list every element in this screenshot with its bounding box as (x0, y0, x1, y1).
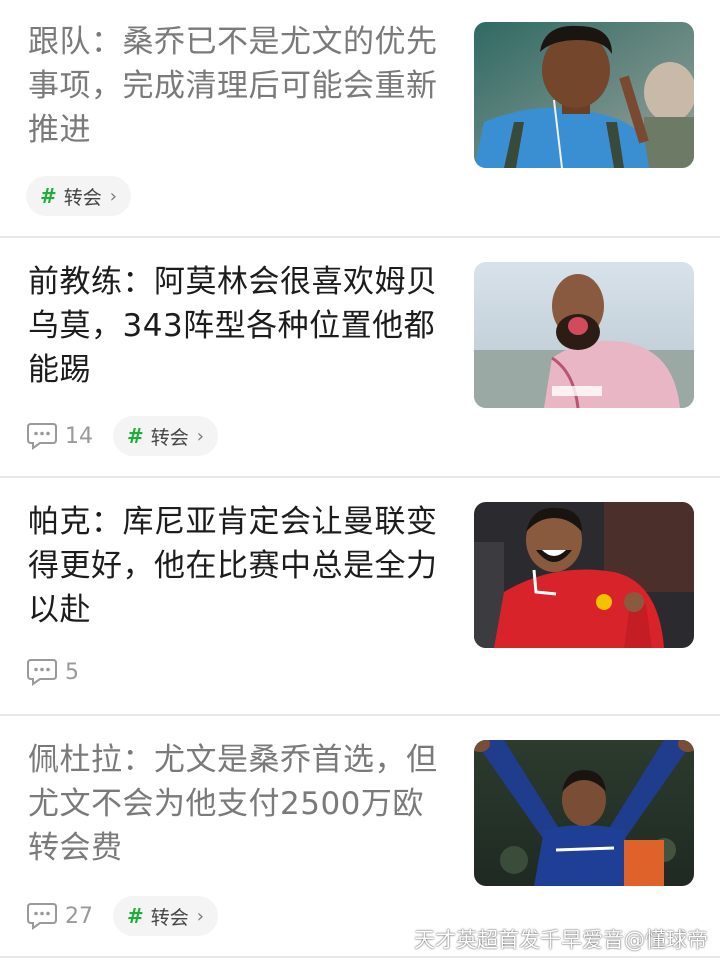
topic-tag-label: 转会 (150, 906, 189, 929)
topic-tag[interactable]: # 转会 › (113, 896, 218, 936)
chevron-right-icon: › (196, 425, 204, 447)
comment-icon (27, 423, 57, 450)
topic-tag-label: 转会 (150, 426, 189, 449)
comment-count: 5 (65, 659, 79, 685)
comment-icon (27, 659, 57, 686)
news-thumbnail[interactable] (474, 502, 694, 648)
comments[interactable]: 5 (26, 658, 79, 686)
chevron-right-icon: › (109, 185, 117, 207)
news-item[interactable]: 前教练：阿莫林会很喜欢姆贝乌莫，343阵型各种位置他都能踢 14 # 转会 › (0, 238, 720, 478)
comment-count: 27 (65, 903, 93, 929)
player-photo (474, 22, 694, 168)
news-item[interactable]: 佩杜拉：尤文是桑乔首选，但尤文不会为他支付2500万欧转会费 27 # 转会 › (0, 716, 720, 958)
hashtag-icon: # (40, 184, 57, 208)
watermark: 天才英超首发千早爱音@懂球帝 (414, 928, 708, 952)
news-feed: 跟队：桑乔已不是尤文的优先事项，完成清理后可能会重新推进 # 转会 › 前教练：… (0, 0, 720, 958)
news-thumbnail[interactable] (474, 740, 694, 886)
news-meta: # 转会 › (26, 176, 131, 216)
comments[interactable]: 14 (26, 422, 93, 450)
player-photo (474, 262, 694, 408)
news-title[interactable]: 佩杜拉：尤文是桑乔首选，但尤文不会为他支付2500万欧转会费 (28, 738, 446, 870)
hashtag-icon: # (127, 904, 144, 928)
news-title[interactable]: 帕克：库尼亚肯定会让曼联变得更好，他在比赛中总是全力以赴 (28, 500, 446, 632)
news-item[interactable]: 帕克：库尼亚肯定会让曼联变得更好，他在比赛中总是全力以赴 5 (0, 478, 720, 716)
comments[interactable]: 27 (26, 902, 93, 930)
news-meta: 27 # 转会 › (26, 896, 218, 936)
news-meta: 5 (26, 658, 99, 686)
player-photo (474, 502, 694, 648)
comment-count: 14 (65, 423, 93, 449)
topic-tag[interactable]: # 转会 › (113, 416, 218, 456)
player-photo (474, 740, 694, 886)
news-thumbnail[interactable] (474, 22, 694, 168)
comment-icon (27, 903, 57, 930)
news-thumbnail[interactable] (474, 262, 694, 408)
chevron-right-icon: › (196, 905, 204, 927)
news-meta: 14 # 转会 › (26, 416, 218, 456)
topic-tag[interactable]: # 转会 › (26, 176, 131, 216)
hashtag-icon: # (127, 424, 144, 448)
news-title[interactable]: 前教练：阿莫林会很喜欢姆贝乌莫，343阵型各种位置他都能踢 (28, 260, 446, 392)
topic-tag-label: 转会 (63, 186, 102, 209)
news-item[interactable]: 跟队：桑乔已不是尤文的优先事项，完成清理后可能会重新推进 # 转会 › (0, 0, 720, 238)
news-title[interactable]: 跟队：桑乔已不是尤文的优先事项，完成清理后可能会重新推进 (28, 20, 446, 152)
